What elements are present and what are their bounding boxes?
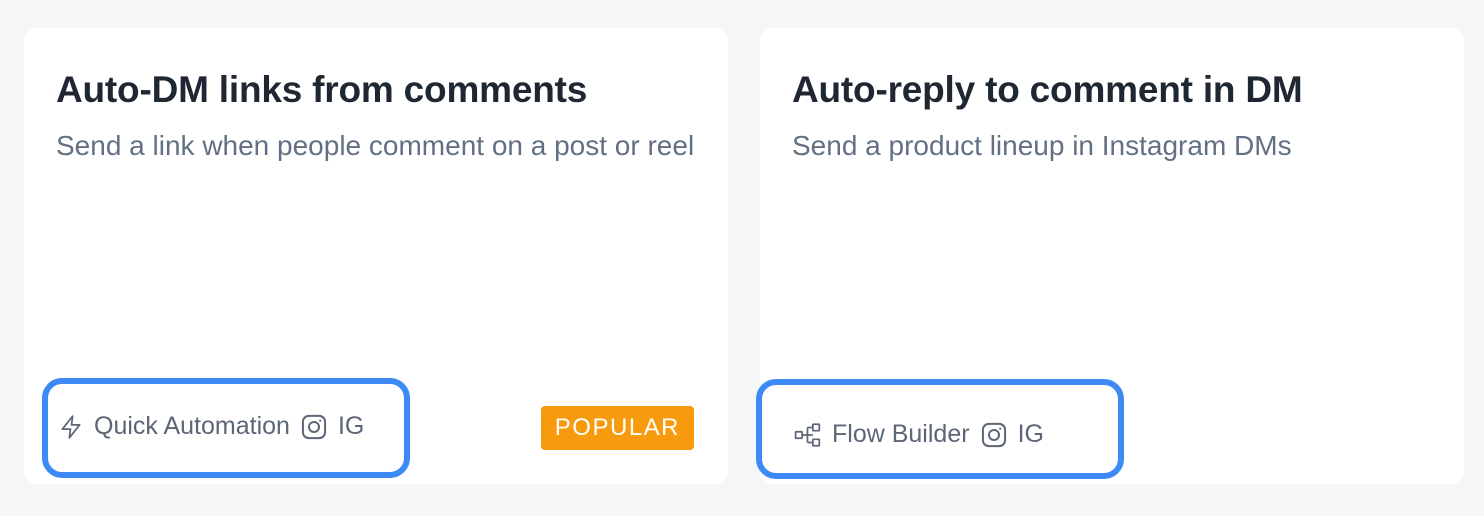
template-card-auto-reply-comment[interactable]: Auto-reply to comment in DM Send a produ… xyxy=(760,28,1464,484)
lightning-icon xyxy=(58,414,84,440)
platform-label: IG xyxy=(337,412,365,440)
platform-label: IG xyxy=(1017,420,1044,448)
template-card-auto-dm-links[interactable]: Auto-DM links from comments Send a link … xyxy=(24,28,728,484)
instagram-icon xyxy=(300,413,328,441)
card-title: Auto-reply to comment in DM xyxy=(792,69,1303,110)
instagram-icon xyxy=(980,421,1008,449)
card-description: Send a product lineup in Instagram DMs xyxy=(792,130,1292,161)
card-meta: Flow Builder IG xyxy=(794,420,1044,449)
flow-builder-icon xyxy=(794,422,822,448)
automation-type-label: Flow Builder xyxy=(832,420,970,448)
card-meta: Quick Automation IG xyxy=(58,412,364,441)
card-description: Send a link when people comment on a pos… xyxy=(56,130,695,161)
automation-type-label: Quick Automation xyxy=(94,412,290,440)
card-title: Auto-DM links from comments xyxy=(56,69,588,110)
popular-badge: POPULAR xyxy=(540,406,694,450)
